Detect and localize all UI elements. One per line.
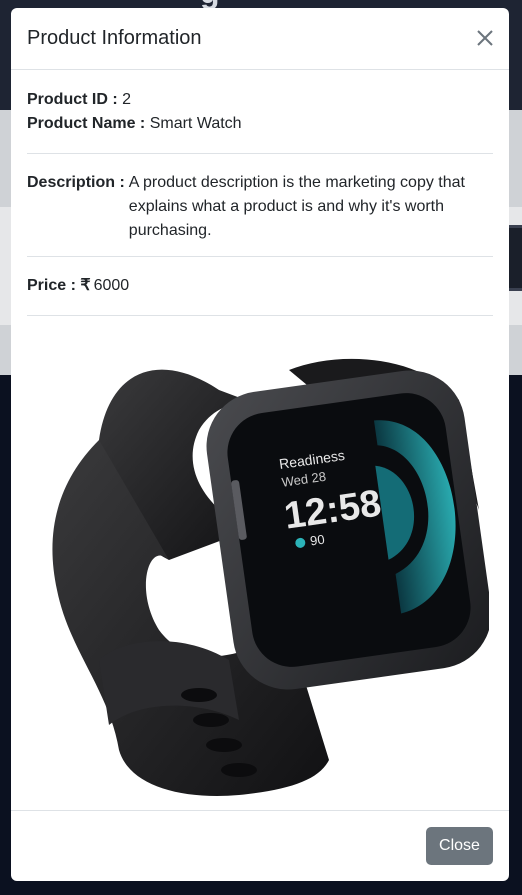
product-info-modal: Product Information Product ID : 2 Produ… [11, 8, 509, 881]
product-name-value: Smart Watch [149, 115, 242, 132]
description-text: A product description is the marketing c… [128, 174, 465, 239]
modal-body: Product ID : 2 Product Name : Smart Watc… [11, 70, 509, 805]
product-id-value: 2 [122, 91, 132, 108]
modal-title: Product Information [27, 27, 202, 49]
rupee-icon: ₹ [80, 277, 91, 294]
price-label: Price : [27, 277, 76, 294]
product-name-line: Product Name : Smart Watch [27, 112, 493, 136]
price-section: Price : ₹6000 [27, 257, 493, 316]
product-id-label: Product ID : [27, 91, 118, 108]
description-label: Description : [27, 174, 125, 191]
description-section: Description : A product description is t… [27, 154, 493, 257]
product-id-line: Product ID : 2 [27, 88, 493, 112]
product-id-section: Product ID : 2 Product Name : Smart Watc… [27, 70, 493, 154]
close-icon[interactable] [475, 28, 495, 48]
product-name-label: Product Name : [27, 115, 146, 132]
modal-footer: Close [11, 810, 509, 881]
modal-header: Product Information [11, 8, 509, 70]
watch-heart-text: 90 [309, 532, 325, 549]
product-image: Readiness Wed 28 12:58 90 [52, 358, 489, 796]
close-button[interactable]: Close [426, 827, 493, 865]
price-value: 6000 [93, 277, 130, 294]
